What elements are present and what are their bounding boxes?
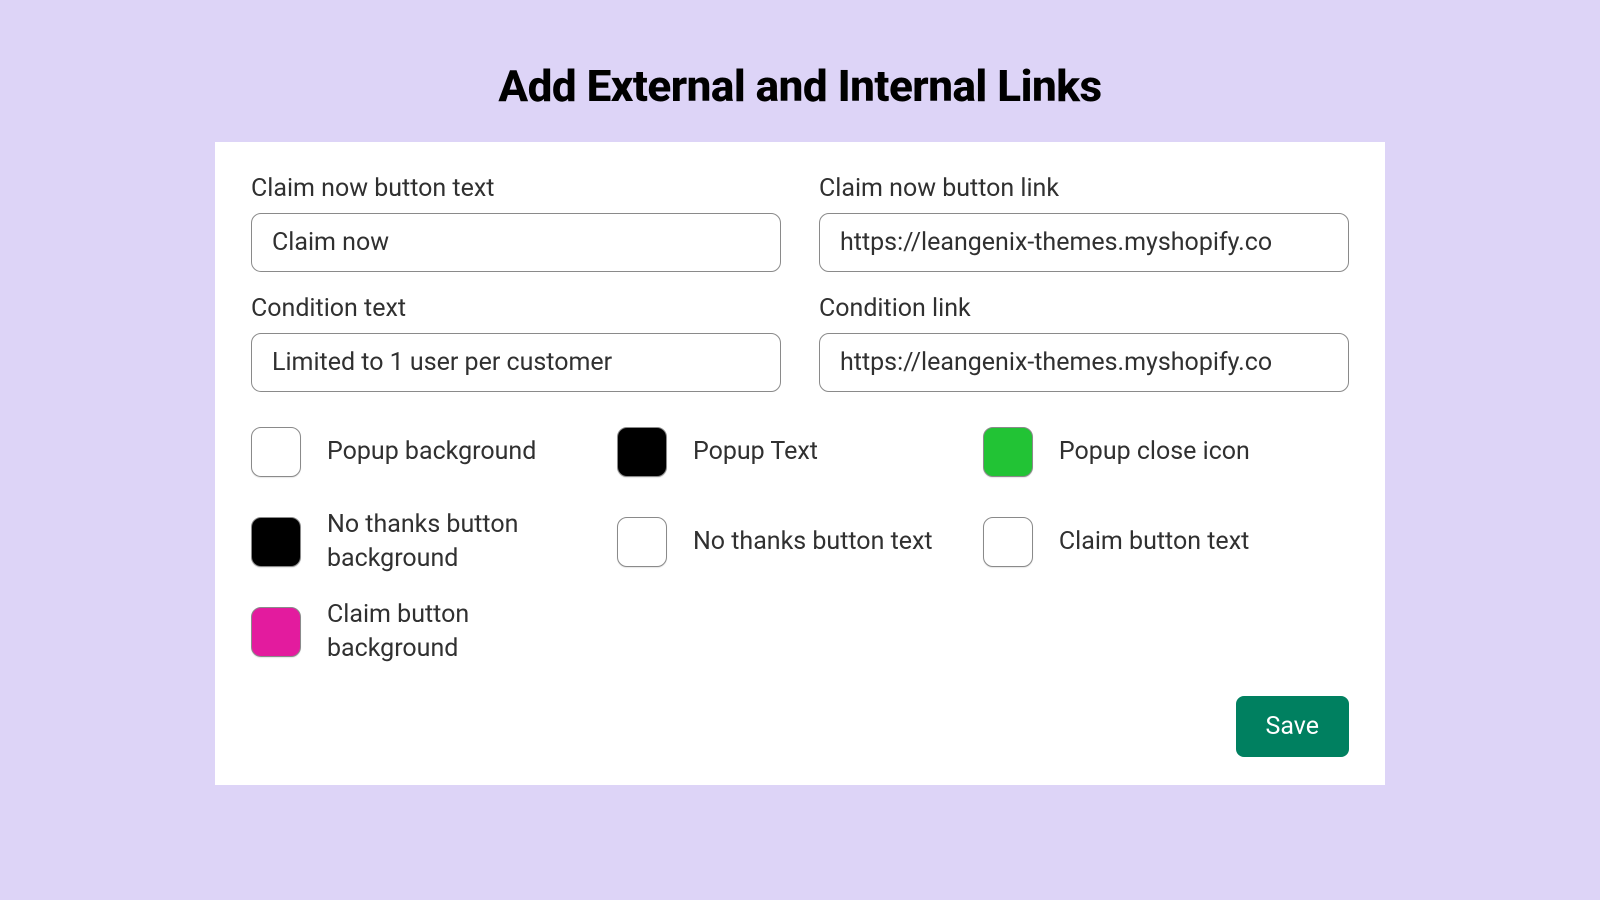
condition-text-input[interactable] bbox=[251, 333, 781, 392]
claim-btn-text-label: Claim button text bbox=[1059, 525, 1249, 559]
claim-btn-bg-item: Claim button background bbox=[251, 594, 617, 670]
claim-link-label: Claim now button link bbox=[819, 174, 1349, 203]
no-thanks-text-swatch[interactable] bbox=[617, 517, 667, 567]
popup-bg-item: Popup background bbox=[251, 414, 617, 490]
popup-text-item: Popup Text bbox=[617, 414, 983, 490]
no-thanks-text-label: No thanks button text bbox=[693, 525, 933, 559]
condition-text-field: Condition text bbox=[251, 294, 781, 392]
popup-close-item: Popup close icon bbox=[983, 414, 1349, 490]
popup-text-label: Popup Text bbox=[693, 435, 818, 469]
claim-btn-text-swatch[interactable] bbox=[983, 517, 1033, 567]
no-thanks-bg-swatch[interactable] bbox=[251, 517, 301, 567]
popup-close-swatch[interactable] bbox=[983, 427, 1033, 477]
settings-card: Claim now button text Claim now button l… bbox=[215, 142, 1385, 785]
claim-link-field: Claim now button link bbox=[819, 174, 1349, 272]
claim-text-field: Claim now button text bbox=[251, 174, 781, 272]
popup-bg-label: Popup background bbox=[327, 435, 536, 469]
claim-text-label: Claim now button text bbox=[251, 174, 781, 203]
condition-link-input[interactable] bbox=[819, 333, 1349, 392]
popup-close-label: Popup close icon bbox=[1059, 435, 1250, 469]
save-button[interactable]: Save bbox=[1236, 696, 1349, 757]
page-title: Add External and Internal Links bbox=[0, 0, 1600, 142]
condition-link-field: Condition link bbox=[819, 294, 1349, 392]
claim-btn-text-item: Claim button text bbox=[983, 504, 1349, 580]
condition-text-label: Condition text bbox=[251, 294, 781, 323]
popup-text-swatch[interactable] bbox=[617, 427, 667, 477]
condition-link-label: Condition link bbox=[819, 294, 1349, 323]
claim-link-input[interactable] bbox=[819, 213, 1349, 272]
no-thanks-bg-item: No thanks button background bbox=[251, 504, 617, 580]
no-thanks-bg-label: No thanks button background bbox=[327, 508, 597, 576]
claim-text-input[interactable] bbox=[251, 213, 781, 272]
claim-btn-bg-swatch[interactable] bbox=[251, 607, 301, 657]
no-thanks-text-item: No thanks button text bbox=[617, 504, 983, 580]
popup-bg-swatch[interactable] bbox=[251, 427, 301, 477]
claim-btn-bg-label: Claim button background bbox=[327, 598, 597, 666]
